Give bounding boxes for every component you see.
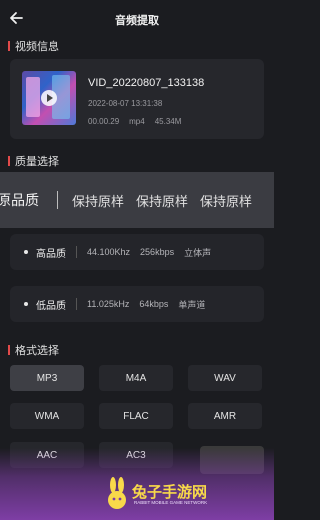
section-marker	[8, 41, 10, 51]
quality-row-low[interactable]: 低品质 11.025kHz 64kbps 单声道	[10, 286, 264, 322]
top-bar: 音频提取	[0, 0, 274, 38]
quality-row-label: 高品质	[36, 248, 66, 260]
bitrate: 64kbps	[139, 299, 169, 309]
play-icon	[41, 90, 57, 106]
quality-option-keep[interactable]: 保持原样	[136, 191, 188, 210]
video-date: 2022-08-07 13:31:38	[88, 99, 163, 108]
watermark-subtitle: RABBIT MOBILE GAME NETWORK	[134, 500, 208, 505]
quality-heading-label: 质量选择	[15, 156, 59, 168]
sample-rate: 11.025kHz	[87, 299, 130, 309]
section-marker	[8, 156, 10, 166]
page-title: 音频提取	[115, 15, 159, 27]
video-info-heading: 视频信息	[8, 39, 59, 53]
format-amr[interactable]: AMR	[188, 403, 262, 429]
video-file-name: VID_20220807_133138	[88, 77, 205, 89]
divider	[76, 246, 77, 258]
quality-row-label: 低品质	[36, 300, 66, 312]
bullet-icon	[24, 250, 28, 254]
format-wav[interactable]: WAV	[188, 365, 262, 391]
channel: 立体声	[184, 247, 212, 258]
video-duration: 00.00.29	[88, 117, 120, 126]
video-thumbnail[interactable]	[22, 71, 76, 125]
quality-option-keep[interactable]: 保持原样	[200, 191, 252, 210]
video-card[interactable]: VID_20220807_133138 2022-08-07 13:31:38 …	[10, 59, 264, 139]
bullet-icon	[24, 302, 28, 306]
video-info-heading-label: 视频信息	[15, 41, 59, 53]
format-wma[interactable]: WMA	[10, 403, 84, 429]
quality-heading: 质量选择	[8, 154, 59, 168]
format-flac[interactable]: FLAC	[99, 403, 173, 429]
quality-row-high[interactable]: 高品质 44.100Khz 256kbps 立体声	[10, 234, 264, 270]
format-heading-label: 格式选择	[15, 345, 59, 357]
format-heading: 格式选择	[8, 343, 59, 357]
watermark-title: 兔子手游网	[132, 484, 208, 501]
video-size: 45.34M	[154, 117, 182, 126]
rabbit-logo-icon	[108, 477, 126, 509]
video-format: mp4	[129, 117, 145, 126]
format-mp3[interactable]: MP3	[10, 365, 84, 391]
divider	[57, 191, 58, 209]
video-meta: 00.00.29 mp4 45.34M	[88, 117, 181, 126]
channel: 单声道	[178, 299, 206, 310]
sample-rate: 44.100Khz	[87, 247, 131, 257]
quality-option-keep[interactable]: 保持原样	[72, 191, 124, 210]
quality-picker[interactable]: 原品质 保持原样 保持原样 保持原样	[0, 172, 274, 228]
section-marker	[8, 345, 10, 355]
bitrate: 256kbps	[140, 247, 175, 257]
quality-option-original[interactable]: 原品质	[0, 190, 39, 210]
divider	[76, 298, 77, 310]
format-m4a[interactable]: M4A	[99, 365, 173, 391]
